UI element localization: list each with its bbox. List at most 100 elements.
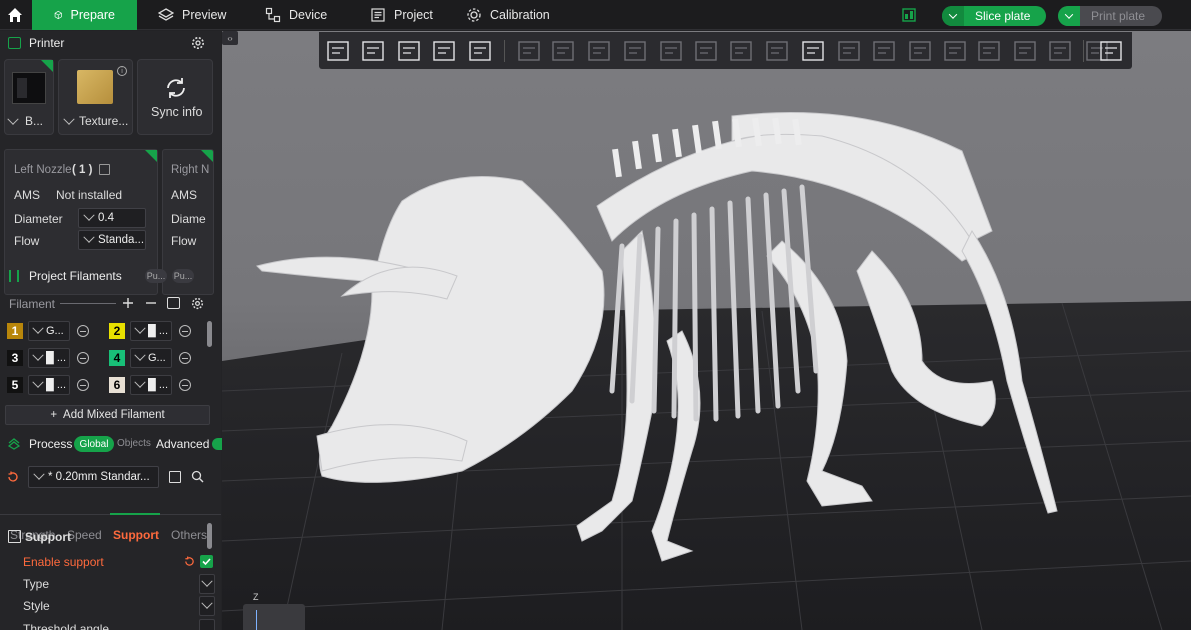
print-plate-button[interactable]: Print plate (1058, 6, 1162, 26)
cut-icon[interactable] (657, 37, 685, 65)
save-icon[interactable] (169, 471, 181, 483)
plate-view-icon[interactable] (902, 8, 916, 22)
process-preset-select[interactable]: * 0.20mm Standar... (28, 466, 159, 488)
flow-value: Standa... (98, 234, 145, 246)
calibration-icon (467, 8, 481, 22)
diameter-select[interactable]: 0.4 (78, 208, 146, 228)
filament-number-badge[interactable]: 1 (7, 323, 23, 339)
settings-scrollbar[interactable] (207, 523, 212, 549)
printer-header: Printer (0, 31, 221, 55)
filament-select[interactable]: █ ... (130, 321, 172, 341)
slice-part-icon[interactable] (975, 37, 1003, 65)
remove-filament-icon[interactable] (77, 325, 89, 337)
remove-filament-icon[interactable] (77, 352, 89, 364)
filament-number-badge[interactable]: 3 (7, 350, 23, 366)
axis-arrow-icon (256, 610, 257, 630)
right-ams-label: AMS (171, 188, 198, 202)
style-dropdown-edge[interactable] (199, 596, 215, 616)
home-icon[interactable] (6, 6, 24, 24)
assembly-icon[interactable] (906, 37, 934, 65)
filament-name: █ ... (46, 379, 67, 391)
remove-icon[interactable] (145, 297, 157, 309)
support-paint-icon[interactable] (1046, 37, 1074, 65)
tab-calibration[interactable]: Calibration (466, 0, 550, 30)
orient-icon[interactable] (395, 37, 423, 65)
filament-name: █ ... (148, 325, 169, 337)
filament-pill-1[interactable]: Pu... (145, 269, 167, 283)
gear-icon[interactable] (191, 36, 205, 50)
plate-settings-icon[interactable] (1097, 37, 1125, 65)
chevron-down-icon (83, 231, 95, 243)
add-mixed-filament-button[interactable]: + Add Mixed Filament (5, 405, 210, 425)
search-icon[interactable] (191, 470, 204, 483)
filament-select[interactable]: G... (28, 321, 70, 341)
enable-support-checkbox[interactable] (200, 555, 213, 568)
flow-select[interactable]: Standa... (78, 230, 146, 250)
sync-info-button[interactable]: Sync info (137, 59, 213, 135)
arrange-icon[interactable] (430, 37, 458, 65)
reset-icon[interactable] (7, 471, 19, 483)
edit-icon[interactable] (99, 164, 110, 175)
filament-select[interactable]: █ ... (130, 375, 172, 395)
part-icon[interactable] (1011, 37, 1039, 65)
scale-icon[interactable] (585, 37, 613, 65)
boolean-icon[interactable] (692, 37, 720, 65)
filament-settings-icon[interactable] (191, 297, 204, 310)
add-icon[interactable] (122, 297, 134, 309)
rotate-icon[interactable] (549, 37, 577, 65)
slice-dropdown-toggle[interactable] (942, 6, 964, 26)
printer-name: B... (25, 114, 44, 128)
filament-number-badge[interactable]: 5 (7, 377, 23, 393)
filament-sync-icon[interactable] (167, 297, 180, 309)
lay-flat-icon[interactable] (621, 37, 649, 65)
tab-project[interactable]: Project (370, 0, 433, 30)
move-icon[interactable] (515, 37, 543, 65)
reset-icon[interactable] (184, 556, 195, 567)
filament-number-badge[interactable]: 4 (109, 350, 125, 366)
text-icon[interactable] (799, 37, 827, 65)
paint-seam-icon[interactable] (763, 37, 791, 65)
remove-filament-icon[interactable] (77, 379, 89, 391)
tab-preview[interactable]: Preview (158, 0, 226, 30)
filament-pill-2[interactable]: Pu... (172, 269, 194, 283)
printer-icon (8, 37, 21, 49)
type-dropdown-edge[interactable] (199, 574, 215, 594)
filament-select[interactable]: G... (130, 348, 172, 368)
print-dropdown-toggle[interactable] (1058, 6, 1080, 26)
filament-select[interactable]: █ ... (28, 348, 70, 368)
filament-scrollbar[interactable] (207, 321, 212, 347)
paint-support-icon[interactable] (727, 37, 755, 65)
variable-layer-icon[interactable] (941, 37, 969, 65)
split-icon[interactable] (466, 37, 494, 65)
process-tab[interactable]: Support (113, 528, 159, 542)
info-icon: i (117, 66, 127, 76)
plus-icon: + (50, 409, 58, 421)
remove-filament-icon[interactable] (179, 352, 191, 364)
slice-plate-button[interactable]: Slice plate (942, 6, 1046, 26)
chevron-down-icon (201, 597, 213, 609)
filament-select[interactable]: █ ... (28, 375, 70, 395)
add-plate-icon[interactable] (359, 37, 387, 65)
objects-toggle[interactable]: Objects (117, 438, 151, 449)
printer-card[interactable]: B... (4, 59, 54, 135)
printer-image-detail (17, 78, 27, 98)
measure-icon[interactable] (870, 37, 898, 65)
plate-card[interactable]: i Texture... (58, 59, 133, 135)
threshold-field-edge[interactable] (199, 619, 215, 630)
filament-number-badge[interactable]: 2 (109, 323, 125, 339)
remove-filament-icon[interactable] (179, 325, 191, 337)
emboss-icon[interactable] (835, 37, 863, 65)
tab-device[interactable]: Device (265, 0, 327, 30)
tab-prepare[interactable]: Prepare (32, 0, 137, 30)
diameter-label: Diameter (14, 212, 63, 226)
support-icon (8, 530, 21, 543)
process-tab[interactable]: Others (171, 528, 207, 542)
remove-filament-icon[interactable] (179, 379, 191, 391)
collapse-sidebar-button[interactable]: ‹› (222, 31, 238, 45)
axis-gizmo[interactable]: Z (243, 592, 305, 630)
add-object-icon[interactable] (324, 37, 352, 65)
3d-viewport[interactable] (222, 31, 1191, 630)
process-tab[interactable]: Speed (67, 528, 102, 542)
filament-number-badge[interactable]: 6 (109, 377, 125, 393)
global-toggle[interactable]: Global (74, 436, 114, 452)
